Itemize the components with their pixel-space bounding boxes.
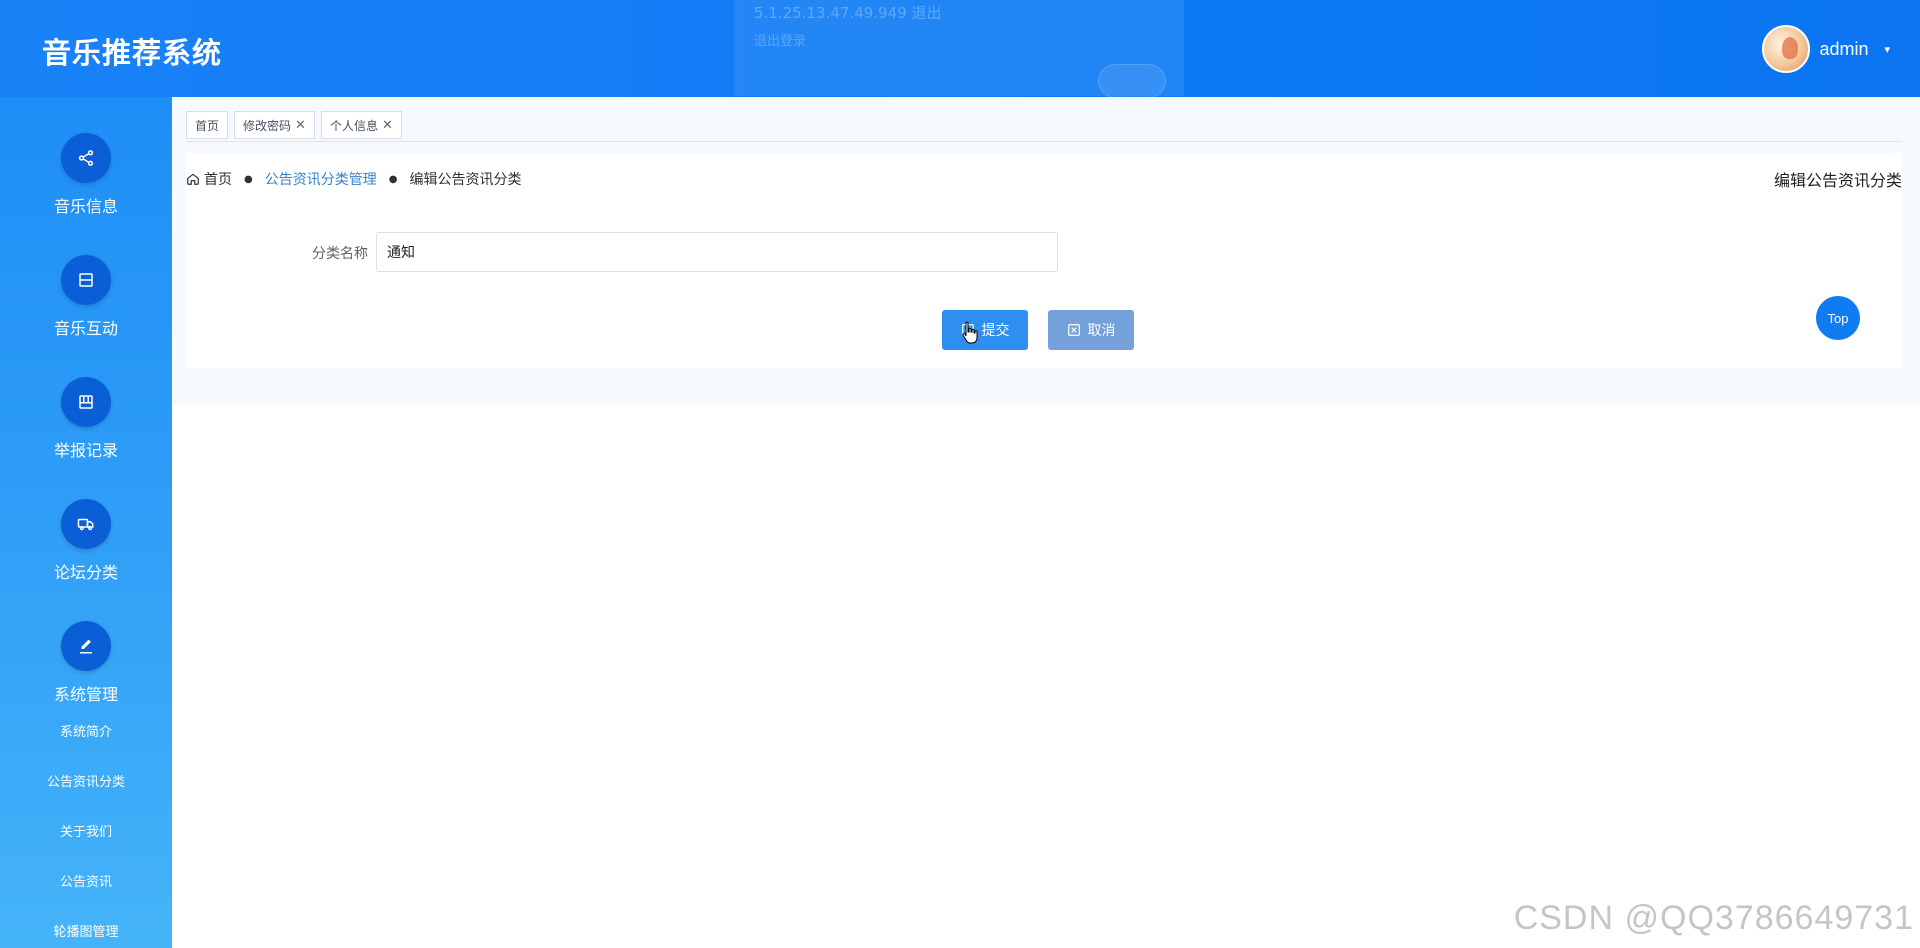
ghost-popup-button [1098, 64, 1166, 98]
sidebar-subitem-system-intro[interactable]: 系统简介 [0, 721, 172, 740]
breadcrumb-notice-category[interactable]: 公告资讯分类管理 [265, 169, 377, 189]
avatar[interactable] [1762, 25, 1811, 73]
ghost-popup-link: 退出登录 [754, 34, 807, 49]
category-name-label: 分类名称 [312, 246, 368, 262]
page-title: 编辑公告资讯分类 [1773, 171, 1902, 190]
sidebar-subitem-notice[interactable]: 公告资讯 [0, 871, 172, 890]
board-icon [61, 377, 111, 427]
sidebar-subitem-about-us[interactable]: 关于我们 [0, 821, 172, 840]
chevron-down-icon[interactable]: ▾ [1884, 43, 1890, 56]
app-title: 音乐推荐系统 [42, 36, 223, 70]
breadcrumb-current: 编辑公告资讯分类 [409, 172, 522, 188]
main-area: 首页 修改密码 ✕ 个人信息 ✕ 首页 ● 公告资讯分类管理 ● 编辑公告资讯分… [172, 97, 1920, 405]
breadcrumb-separator: ● [244, 173, 253, 185]
sidebar-item-music-interaction[interactable]: 音乐互动 [0, 255, 172, 365]
tab-label: 首页 [195, 118, 220, 133]
user-menu[interactable]: admin ▾ [1762, 24, 1890, 74]
tab-divider [186, 141, 1902, 142]
tab-label: 个人信息 [329, 118, 378, 133]
tab-home[interactable]: 首页 [186, 111, 229, 139]
sidebar-item-report-records[interactable]: 举报记录 [0, 377, 172, 487]
mouse-cursor-icon [962, 321, 978, 344]
home-icon [187, 173, 199, 185]
sidebar-item-forum-category[interactable]: 论坛分类 [0, 499, 172, 609]
sidebar-item-music-info[interactable]: 音乐信息 [0, 133, 172, 243]
collapse-icon [61, 255, 111, 305]
breadcrumb-separator: ● [388, 173, 398, 185]
close-icon[interactable]: ✕ [382, 118, 393, 133]
sidebar-item-label: 系统管理 [53, 685, 118, 704]
sidebar-item-label: 音乐信息 [53, 197, 118, 216]
watermark: CSDN @QQ3786649731 [1513, 899, 1914, 937]
cancel-icon [1067, 324, 1080, 336]
sidebar-item-label: 举报记录 [53, 441, 118, 460]
truck-icon [61, 499, 111, 549]
tab-bar: 首页 修改密码 ✕ 个人信息 ✕ [186, 111, 402, 139]
username[interactable]: admin [1819, 39, 1868, 60]
edit-card: 首页 ● 公告资讯分类管理 ● 编辑公告资讯分类 编辑公告资讯分类 分类名称 提… [186, 153, 1902, 368]
cancel-label: 取消 [1087, 322, 1116, 338]
tab-personal-info[interactable]: 个人信息 ✕ [320, 111, 402, 139]
sidebar-subitem-carousel[interactable]: 轮播图管理 [0, 921, 172, 940]
edit-icon [61, 621, 111, 671]
breadcrumb-home[interactable]: 首页 [204, 169, 232, 189]
sidebar-item-label: 音乐互动 [53, 319, 118, 338]
tab-change-password[interactable]: 修改密码 ✕ [234, 111, 315, 139]
tab-label: 修改密码 [243, 118, 292, 133]
cancel-button[interactable]: 取消 [1048, 310, 1134, 350]
ghost-popup-overlay: 5.1.25.13.47.49.949 退出 退出登录 [734, 0, 1184, 98]
share-icon [61, 133, 111, 183]
category-name-input[interactable] [376, 232, 1058, 272]
back-to-top-button[interactable]: Top [1816, 296, 1860, 340]
ghost-popup-text: 5.1.25.13.47.49.949 退出 [754, 4, 942, 22]
breadcrumb: 首页 ● 公告资讯分类管理 ● 编辑公告资讯分类 [186, 169, 521, 189]
sidebar-item-system-management[interactable]: 系统管理 [0, 621, 172, 731]
submit-button[interactable]: 提交 [942, 310, 1028, 350]
close-icon[interactable]: ✕ [295, 118, 306, 133]
sidebar: 音乐信息 音乐互动 举报记录 论坛分类 系统管理 系统简介 公告资讯分类 关于我… [0, 97, 172, 948]
submit-label: 提交 [981, 322, 1010, 338]
sidebar-subitem-notice-category[interactable]: 公告资讯分类 [0, 771, 172, 790]
sidebar-item-label: 论坛分类 [53, 563, 118, 582]
app-header: 音乐推荐系统 5.1.25.13.47.49.949 退出 退出登录 admin… [0, 0, 1920, 98]
